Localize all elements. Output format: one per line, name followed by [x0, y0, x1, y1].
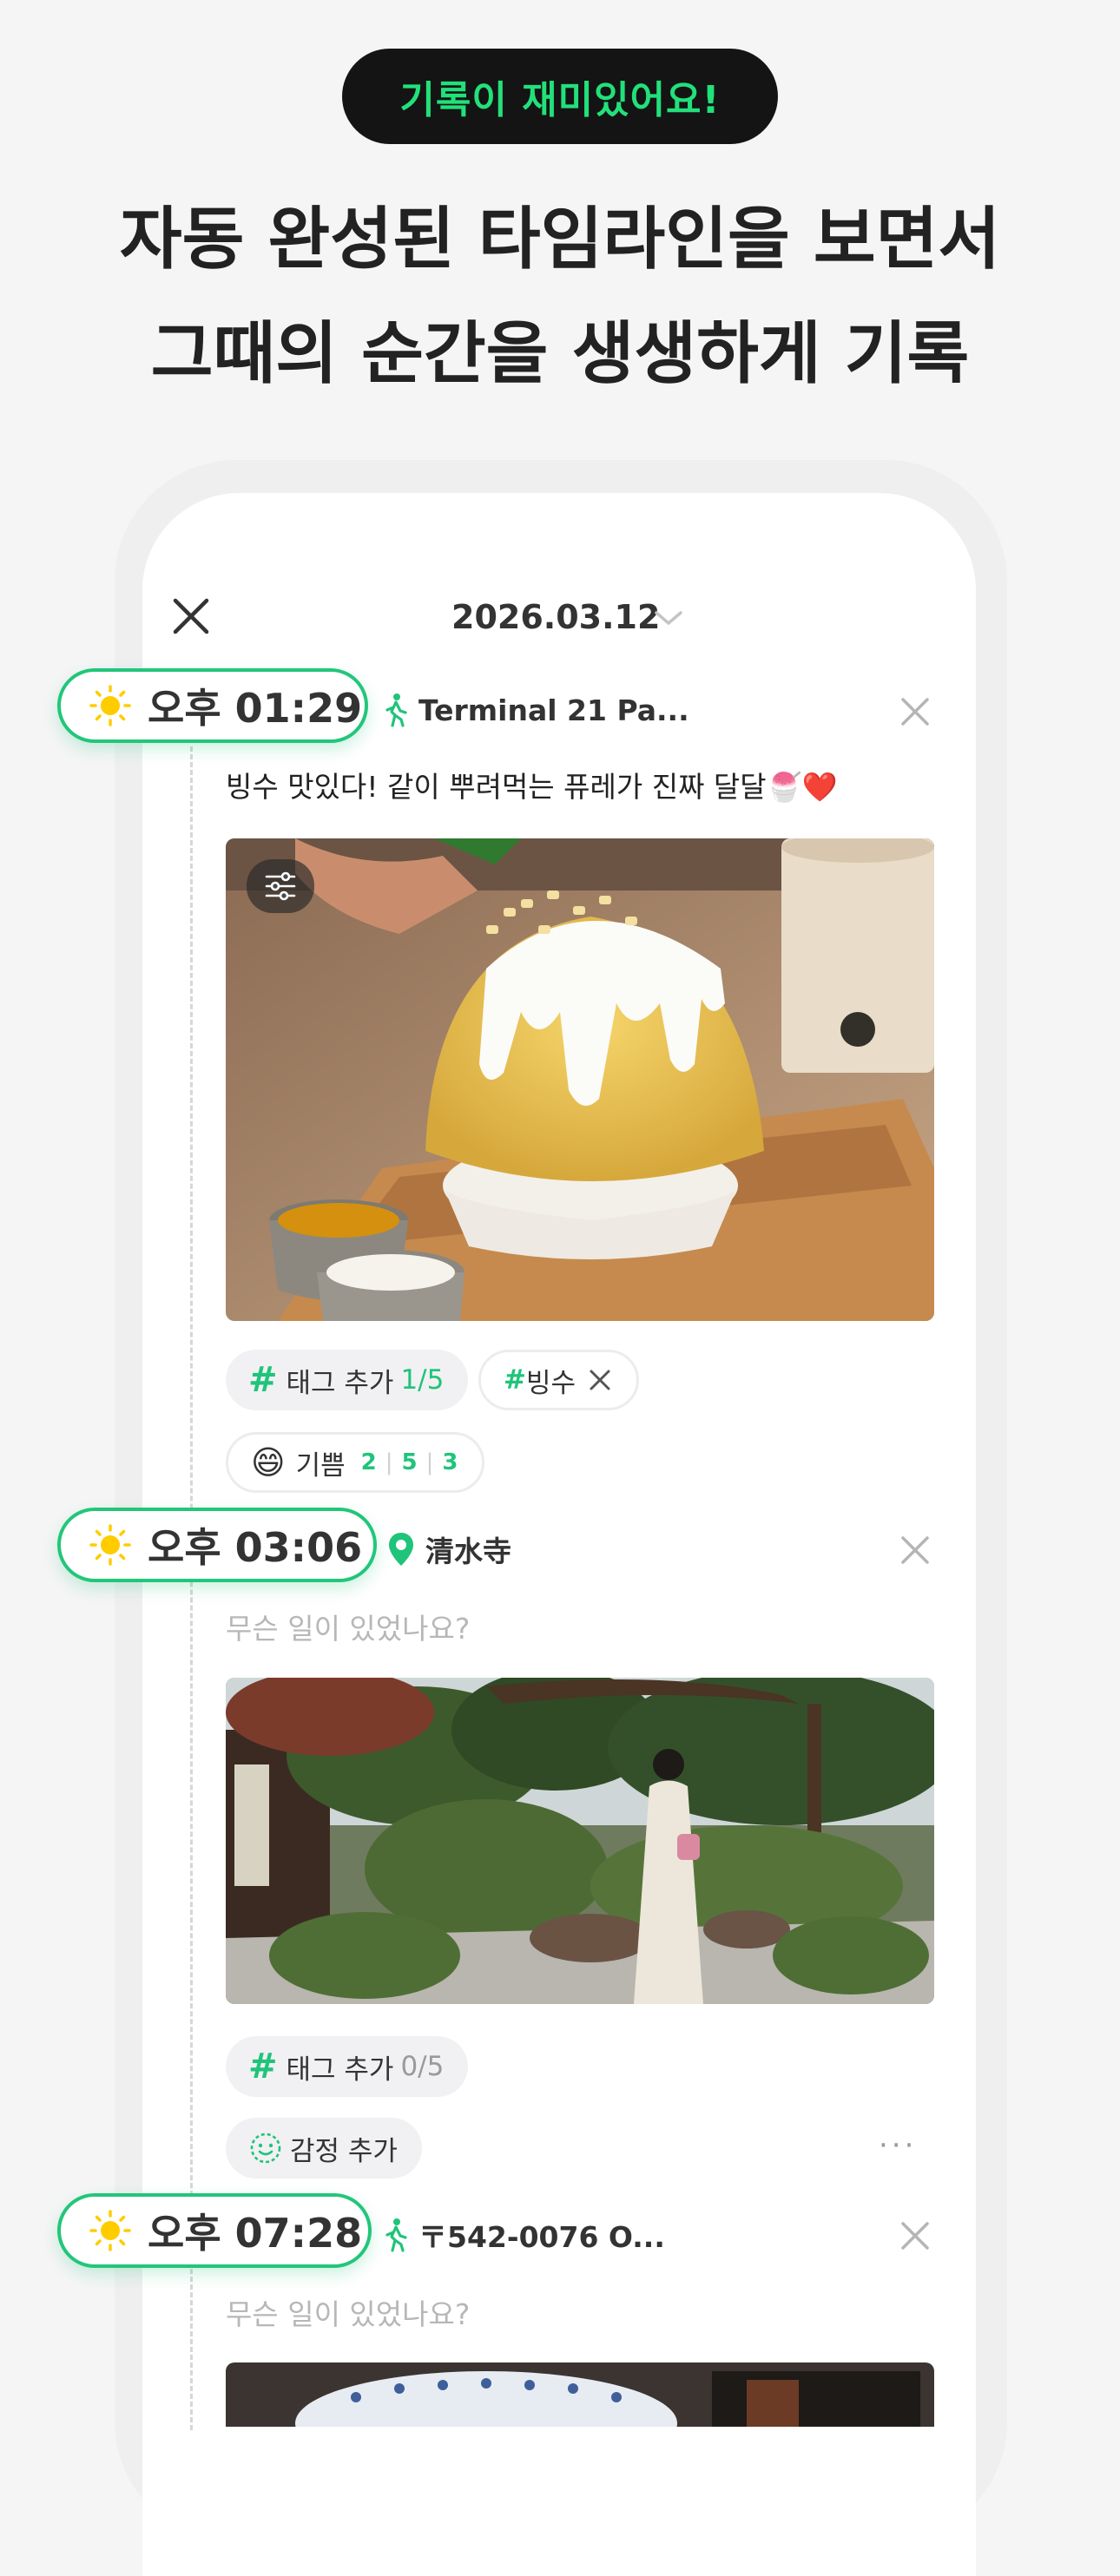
date-title[interactable]: 2026.03.12	[451, 595, 660, 639]
hash-icon: #	[248, 1360, 278, 1400]
photo-partial[interactable]	[226, 2362, 934, 2427]
time-label: 오후 07:28	[148, 2210, 363, 2257]
add-tag-label: 태그 추가	[286, 1367, 394, 1399]
entry-placeholder[interactable]: 무슨 일이 있었나요?	[226, 1606, 470, 1647]
add-tag-button[interactable]: # 태그 추가 0/5	[226, 2036, 469, 2097]
time-label: 오후 01:29	[148, 685, 363, 732]
tag-hash: #	[504, 1364, 526, 1396]
emotion-emoji: 😄	[251, 1443, 286, 1482]
add-tag-button[interactable]: # 태그 추가 1/5	[226, 1350, 469, 1410]
add-emotion-label: 감정 추가	[290, 2135, 398, 2167]
chevron-down-icon[interactable]	[653, 606, 684, 628]
close-icon[interactable]	[170, 595, 212, 637]
headline-line-1: 자동 완성된 타임라인을 보면서	[119, 200, 1001, 279]
location-3[interactable]: 〒542-0076 O...	[382, 2213, 665, 2257]
tag-text: 빙수	[525, 1367, 576, 1399]
map-pin-icon	[389, 1533, 413, 1566]
add-tag-label: 태그 추가	[286, 2054, 394, 2086]
photo-garden-kimono[interactable]	[226, 1678, 934, 2004]
food-plate-image	[226, 2362, 934, 2427]
time-badge-2[interactable]: 오후 03:06	[57, 1508, 377, 1582]
garden-image	[226, 1678, 934, 2004]
close-icon[interactable]	[898, 1533, 932, 1567]
location-label: 〒542-0076 O...	[418, 2220, 665, 2254]
time-badge-1[interactable]: 오후 01:29	[57, 668, 368, 743]
promo-headline: 자동 완성된 타임라인을 보면서 그때의 순간을 생생하게 기록	[0, 182, 1120, 411]
promo-badge: 기록이 재미있어요!	[342, 49, 778, 144]
time-label: 오후 03:06	[148, 1524, 363, 1571]
close-icon[interactable]	[898, 694, 932, 729]
smiley-add-icon	[250, 2132, 281, 2164]
sliders-icon	[265, 871, 296, 901]
location-1[interactable]: Terminal 21 Pa...	[382, 688, 689, 732]
tag-count: 1/5	[400, 1364, 445, 1396]
photo-filter-button[interactable]	[247, 859, 314, 913]
hash-icon: #	[248, 2047, 278, 2086]
time-badge-3[interactable]: 오후 07:28	[57, 2193, 372, 2268]
tag-count: 0/5	[400, 2051, 445, 2082]
sun-icon	[89, 685, 131, 726]
timeline-line	[190, 746, 193, 2430]
tag-chip[interactable]: # 빙수	[478, 1350, 640, 1410]
location-label: Terminal 21 Pa...	[418, 693, 689, 727]
entry-placeholder[interactable]: 무슨 일이 있었나요?	[226, 2291, 470, 2333]
walking-icon	[385, 693, 407, 727]
walking-icon	[385, 2218, 407, 2252]
promo-badge-label: 기록이 재미있어요!	[399, 78, 721, 122]
emotion-value-2: 5	[401, 1449, 418, 1475]
headline-line-2: 그때의 순간을 생생하게 기록	[150, 315, 970, 393]
emotion-value-1: 2	[360, 1449, 377, 1475]
sun-icon	[89, 2210, 131, 2251]
close-icon[interactable]	[898, 2218, 932, 2253]
emotion-label: 기쁨	[295, 1449, 346, 1482]
emotion-chip[interactable]: 😄 기쁨 2 | 5 | 3	[226, 1432, 485, 1493]
emotion-value-3: 3	[442, 1449, 458, 1475]
emotion-values: 2 | 5 | 3	[360, 1449, 458, 1475]
photo-shaved-ice[interactable]	[226, 838, 934, 1321]
remove-tag-icon[interactable]	[588, 1368, 612, 1392]
location-label: 清水寺	[425, 1534, 511, 1568]
entry-text[interactable]: 빙수 맛있다! 같이 뿌려먹는 퓨레가 진짜 달달🍧❤️	[226, 764, 838, 805]
location-2[interactable]: 清水寺	[387, 1528, 511, 1571]
add-emotion-button[interactable]: 감정 추가	[226, 2118, 422, 2178]
shaved-ice-image	[226, 838, 934, 1321]
sun-icon	[89, 1524, 131, 1566]
more-icon[interactable]: ···	[879, 2128, 917, 2163]
